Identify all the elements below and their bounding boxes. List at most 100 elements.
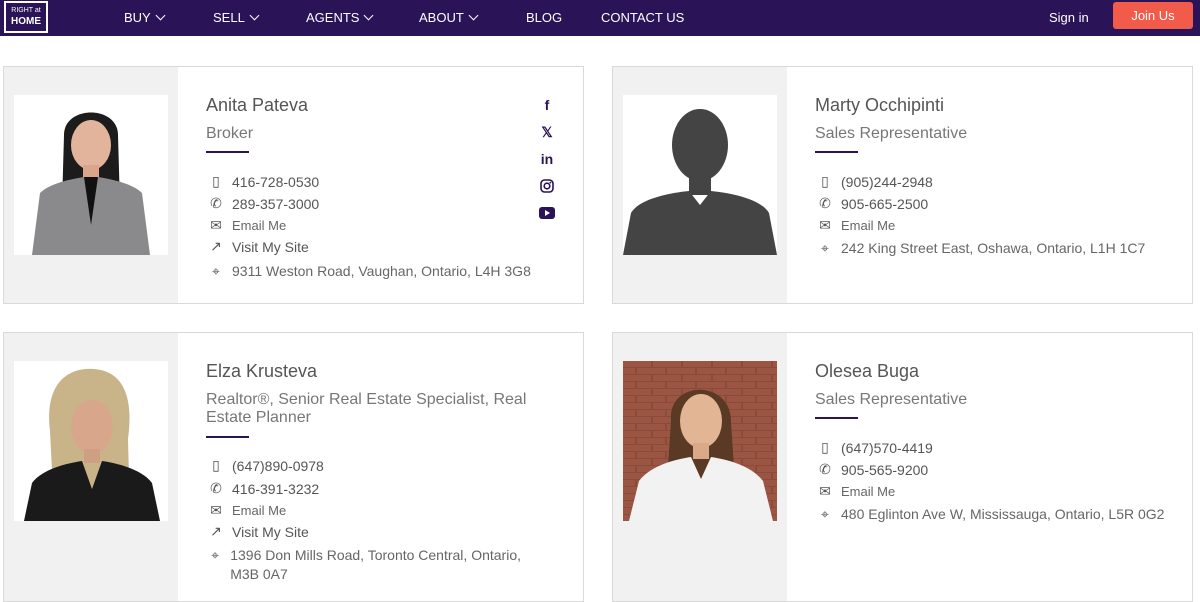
email-row[interactable]: ✉ Email Me: [206, 217, 286, 234]
logo-top-text: RIGHT at: [11, 7, 41, 14]
nav-contact-label: CONTACT US: [601, 10, 685, 25]
envelope-icon: ✉: [819, 483, 831, 499]
phone-row[interactable]: ✆ 289-357-3000: [206, 195, 319, 212]
linkedin-icon[interactable]: in: [538, 150, 556, 168]
nav-about-label: ABOUT: [419, 10, 464, 25]
address-text: 9311 Weston Road, Vaughan, Ontario, L4H …: [232, 263, 531, 279]
phone-number: 905-565-9200: [841, 461, 929, 478]
agent-photo[interactable]: [14, 361, 168, 521]
email-row[interactable]: ✉ Email Me: [206, 502, 286, 519]
phone-icon: ✆: [819, 461, 831, 477]
chevron-down-icon: [155, 10, 166, 21]
agent-title: Sales Representative: [815, 125, 968, 142]
site-logo[interactable]: RIGHT at HOME: [4, 1, 48, 33]
mobile-number: (647)570-4419: [841, 439, 933, 456]
nav-sell-label: SELL: [213, 10, 245, 25]
website-link: Visit My Site: [232, 238, 309, 255]
agent-card: Elza Krusteva Realtor®, Senior Real Esta…: [3, 332, 584, 602]
external-link-icon: ↗: [210, 523, 222, 539]
agent-photo[interactable]: [623, 361, 777, 521]
agent-name[interactable]: Elza Krusteva: [206, 361, 317, 382]
phone-row[interactable]: ✆ 905-665-2500: [815, 195, 928, 212]
address-row: ⌖ 9311 Weston Road, Vaughan, Ontario, L4H…: [206, 262, 531, 281]
website-row[interactable]: ↗ Visit My Site: [206, 238, 309, 255]
envelope-icon: ✉: [210, 502, 222, 518]
title-divider: [815, 417, 858, 419]
title-divider: [815, 151, 858, 153]
website-row[interactable]: ↗ Visit My Site: [206, 523, 309, 540]
logo-main-text: HOME: [11, 16, 41, 27]
email-row[interactable]: ✉ Email Me: [815, 217, 895, 234]
mobile-icon: ▯: [821, 439, 829, 455]
nav-buy[interactable]: BUY: [124, 10, 166, 25]
phone-number: 289-357-3000: [232, 195, 320, 212]
nav-blog-label: BLOG: [526, 10, 563, 25]
sign-in-link[interactable]: Sign in: [1049, 10, 1089, 25]
nav-agents[interactable]: AGENTS: [306, 10, 374, 25]
chevron-down-icon: [364, 10, 374, 21]
x-icon[interactable]: 𝕏: [538, 123, 556, 141]
agent-title: Broker: [206, 125, 254, 142]
agent-card: Marty Occhipinti Sales Representative ▯ (…: [612, 66, 1193, 304]
mobile-row[interactable]: ▯ 416-728-0530: [206, 173, 319, 190]
map-pin-icon: ⌖: [211, 547, 220, 563]
top-navbar: RIGHT at HOME BUY SELL AGENTS ABOUT BLOG…: [0, 0, 1200, 36]
envelope-icon: ✉: [210, 217, 222, 233]
agent-photo-placeholder[interactable]: [623, 95, 777, 255]
envelope-icon: ✉: [819, 217, 831, 233]
nav-agents-label: AGENTS: [306, 10, 360, 25]
nav-about[interactable]: ABOUT: [419, 10, 479, 25]
mobile-row[interactable]: ▯ (905)244-2948: [815, 173, 933, 190]
mobile-number: (905)244-2948: [841, 173, 933, 190]
agent-card: Olesea Buga Sales Representative ▯ (647)5…: [612, 332, 1193, 602]
agent-card: Anita Pateva Broker ▯ 416-728-0530 ✆ 289-3…: [3, 66, 584, 304]
address-text: 480 Eglinton Ave W, Mississauga, Ontario…: [841, 506, 1165, 522]
phone-number: 905-665-2500: [841, 195, 929, 212]
nav-buy-label: BUY: [124, 10, 151, 25]
website-link: Visit My Site: [232, 523, 309, 540]
email-row[interactable]: ✉ Email Me: [815, 483, 895, 500]
mobile-icon: ▯: [212, 173, 220, 189]
facebook-icon[interactable]: f: [538, 96, 556, 114]
external-link-icon: ↗: [210, 238, 222, 254]
address-row: ⌖ 1396 Don Mills Road, Toronto Central, O…: [206, 546, 551, 584]
address-row: ⌖ 480 Eglinton Ave W, Mississauga, Ontari…: [815, 505, 1164, 524]
nav-blog[interactable]: BLOG: [526, 10, 562, 25]
nav-contact[interactable]: CONTACT US: [601, 10, 684, 25]
title-divider: [206, 151, 249, 153]
phone-row[interactable]: ✆ 416-391-3232: [206, 480, 319, 497]
mobile-number: (647)890-0978: [232, 457, 324, 474]
phone-row[interactable]: ✆ 905-565-9200: [815, 461, 928, 478]
join-us-button[interactable]: Join Us: [1113, 2, 1193, 29]
instagram-icon[interactable]: [538, 177, 556, 195]
phone-icon: ✆: [819, 195, 831, 211]
email-link: Email Me: [232, 218, 287, 233]
address-row: ⌖ 242 King Street East, Oshawa, Ontario, …: [815, 239, 1145, 258]
chevron-down-icon: [249, 10, 260, 21]
mobile-row[interactable]: ▯ (647)890-0978: [206, 457, 324, 474]
mobile-icon: ▯: [212, 457, 220, 473]
mobile-icon: ▯: [821, 173, 829, 189]
agent-name[interactable]: Olesea Buga: [815, 361, 919, 382]
youtube-icon[interactable]: [538, 204, 556, 222]
address-text: 242 King Street East, Oshawa, Ontario, L…: [841, 240, 1146, 256]
email-link: Email Me: [841, 218, 896, 233]
title-divider: [206, 436, 249, 438]
agent-name[interactable]: Marty Occhipinti: [815, 95, 944, 116]
mobile-number: 416-728-0530: [232, 173, 320, 190]
phone-number: 416-391-3232: [232, 480, 320, 497]
nav-sell[interactable]: SELL: [213, 10, 260, 25]
agent-title: Realtor®, Senior Real Estate Specialist,…: [206, 391, 527, 426]
agent-name[interactable]: Anita Pateva: [206, 95, 308, 116]
chevron-down-icon: [468, 10, 479, 21]
email-link: Email Me: [841, 484, 896, 499]
mobile-row[interactable]: ▯ (647)570-4419: [815, 439, 933, 456]
phone-icon: ✆: [210, 480, 222, 496]
agent-title: Sales Representative: [815, 391, 968, 408]
agent-photo[interactable]: [14, 95, 168, 255]
map-pin-icon: ⌖: [821, 240, 829, 256]
phone-icon: ✆: [210, 195, 222, 211]
address-text: 1396 Don Mills Road, Toronto Central, On…: [230, 547, 521, 582]
email-link: Email Me: [232, 503, 287, 518]
map-pin-icon: ⌖: [212, 263, 220, 279]
